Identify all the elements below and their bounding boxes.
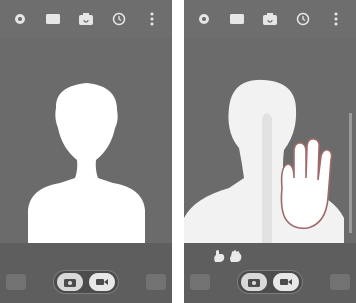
photo-mode-button[interactable]: [241, 273, 267, 291]
open-palm-icon: [230, 250, 242, 262]
person-raising-palm: [184, 79, 352, 243]
camera-icon: [64, 279, 76, 287]
effects-button[interactable]: [330, 274, 350, 290]
video-mode-button[interactable]: [273, 273, 299, 291]
camera-screen-before: [0, 0, 172, 303]
mode-switcher[interactable]: [53, 270, 119, 294]
camera-viewfinder[interactable]: [0, 38, 172, 243]
mode-switcher[interactable]: [237, 270, 303, 294]
camera-bottom-bar: [0, 243, 172, 303]
ratio-icon[interactable]: [44, 10, 62, 28]
fist-icon: [214, 250, 225, 262]
camera-icon: [248, 279, 260, 287]
more-icon[interactable]: [327, 10, 345, 28]
more-icon[interactable]: [143, 10, 161, 28]
timer-icon[interactable]: [294, 10, 312, 28]
gesture-hints: [212, 249, 243, 263]
camera-viewfinder[interactable]: [184, 38, 356, 243]
person-silhouette: [28, 83, 145, 243]
effects-button[interactable]: [146, 274, 166, 290]
camera-top-bar: [184, 0, 356, 38]
timer-icon[interactable]: [110, 10, 128, 28]
video-mode-button[interactable]: [89, 273, 115, 291]
video-icon: [280, 279, 292, 285]
camera-screen-after: [184, 0, 356, 303]
ratio-icon[interactable]: [228, 10, 246, 28]
video-icon: [96, 279, 108, 285]
settings-icon[interactable]: [195, 10, 213, 28]
photo-mode-button[interactable]: [57, 273, 83, 291]
camera-top-bar: [0, 0, 172, 38]
camera-bottom-bar: [184, 243, 356, 303]
settings-icon[interactable]: [11, 10, 29, 28]
gallery-thumbnail[interactable]: [190, 274, 210, 290]
switch-camera-icon[interactable]: [261, 10, 279, 28]
switch-camera-icon[interactable]: [77, 10, 95, 28]
palm-icon: [280, 138, 333, 230]
gallery-thumbnail[interactable]: [6, 274, 26, 290]
